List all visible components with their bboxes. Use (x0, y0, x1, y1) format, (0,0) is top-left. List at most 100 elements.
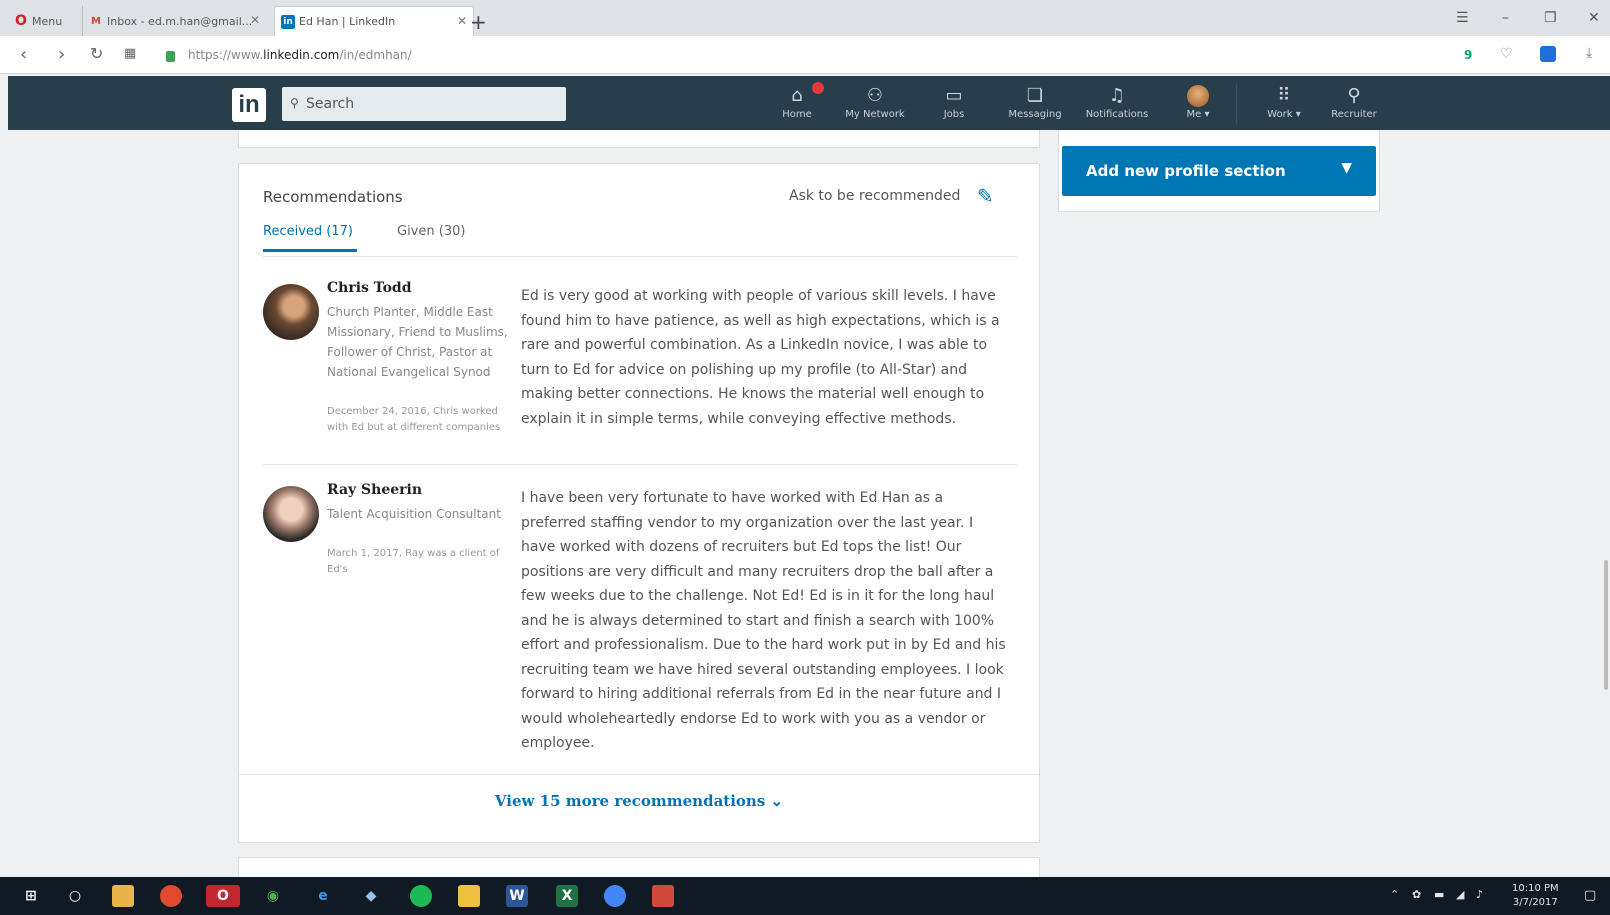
back-button[interactable]: ‹ (20, 44, 27, 65)
search-box[interactable]: ⚲ (282, 87, 566, 121)
close-tab-icon[interactable]: ✕ (250, 13, 260, 27)
sticky-notes-icon[interactable] (458, 885, 480, 907)
nav-label: Notifications (1085, 109, 1149, 120)
edit-pencil-icon[interactable]: ✎ (977, 184, 994, 208)
recruiter-icon: ⚲ (1347, 85, 1361, 106)
url-prefix: https://www. (188, 48, 264, 62)
excel-icon[interactable]: X (556, 885, 578, 907)
tab-title: Menu (32, 14, 63, 28)
tray-chevron-icon[interactable]: ⌃ (1390, 888, 1399, 901)
tab-menu-icon[interactable]: ☰ (1456, 10, 1469, 26)
chrome-icon[interactable] (604, 885, 626, 907)
tab-given[interactable]: Given (30) (397, 224, 465, 239)
nav-work[interactable]: ⠿ Work ▾ (1262, 84, 1306, 130)
app-icon[interactable] (652, 885, 674, 907)
linkedin-icon: in (281, 14, 295, 29)
url-domain: linkedin.com (263, 48, 340, 62)
tab-title: Ed Han | LinkedIn (299, 15, 396, 28)
tab-received[interactable]: Received (17) (263, 224, 357, 252)
search-input[interactable] (306, 92, 556, 116)
extension-badge[interactable]: 9 (1464, 48, 1472, 62)
search-icon: ⚲ (290, 96, 299, 110)
reload-button[interactable]: ↻ (90, 44, 103, 63)
download-icon[interactable]: ⤓ (1586, 45, 1592, 61)
section-title: Recommendations (263, 188, 403, 206)
linkedin-logo[interactable]: in (232, 88, 266, 122)
network-icon[interactable]: ▬ (1434, 888, 1444, 901)
opera-menu-tab[interactable]: O Menu (8, 6, 86, 36)
file-explorer-icon[interactable] (112, 885, 134, 907)
app-icon[interactable]: ◉ (262, 885, 284, 907)
clock-date: 3/7/2017 (1512, 897, 1558, 908)
clock-time: 10:10 PM (1512, 883, 1559, 894)
tab-gmail[interactable]: M Inbox - ed.m.han@gmail... ✕ (82, 6, 266, 36)
recommender-name[interactable]: Chris Todd (327, 280, 412, 296)
edge-icon[interactable]: e (312, 885, 334, 907)
bell-icon: ♫ (1108, 85, 1126, 106)
nav-label: Recruiter (1331, 109, 1377, 120)
action-center-icon[interactable]: ▢ (1584, 888, 1596, 903)
card-footer-divider (239, 774, 1039, 775)
nav-jobs[interactable]: ▭ Jobs (934, 84, 974, 130)
recommendation-text: Ed is very good at working with people o… (521, 288, 1000, 427)
nav-notifications[interactable]: ♫ Notifications (1082, 84, 1152, 130)
speed-dial-icon[interactable]: ▦ (124, 46, 136, 61)
nav-me[interactable]: Me ▾ (1180, 84, 1216, 130)
recommender-headline: Talent Acquisition Consultant (327, 507, 501, 521)
url-path: /in/edmhan/ (339, 48, 412, 62)
recommender-name[interactable]: Ray Sheerin (327, 482, 422, 498)
heart-icon[interactable]: ♡ (1500, 46, 1513, 62)
ask-recommendation-link[interactable]: Ask to be recommended (789, 188, 960, 204)
avatar (1187, 85, 1209, 107)
windows-start-icon[interactable]: ⊞ (20, 885, 42, 907)
notification-dot (812, 82, 824, 94)
nav-messaging[interactable]: ❏ Messaging (1006, 84, 1064, 130)
add-section-label: Add new profile section (1086, 162, 1286, 180)
opera-icon: O (15, 13, 27, 29)
url-field[interactable]: https://www.linkedin.com/in/edmhan/ (188, 48, 412, 62)
view-more-recommendations-link[interactable]: View 15 more recommendations ⌄ (239, 792, 1039, 810)
page-scrollbar[interactable] (1604, 560, 1608, 690)
wifi-icon[interactable]: ◢ (1456, 888, 1464, 901)
nav-recruiter[interactable]: ⚲ Recruiter (1326, 84, 1382, 130)
previous-section-card (238, 130, 1040, 148)
nav-home[interactable]: ⌂ Home (774, 82, 824, 130)
recommendation-text: I have been very fortunate to have worke… (521, 490, 1006, 751)
windows-taskbar (0, 877, 1610, 915)
chrome-icon[interactable] (160, 885, 182, 907)
word-icon[interactable]: W (506, 885, 528, 907)
cortana-search-icon[interactable]: ○ (64, 885, 86, 907)
network-icon: ⚇ (866, 85, 884, 106)
nav-my-network[interactable]: ⚇ My Network (840, 84, 910, 130)
opera-taskbar-icon[interactable]: O (206, 885, 240, 907)
recommender-headline: Church Planter, Middle East Missionary, … (327, 305, 508, 379)
home-icon: ⌂ (774, 82, 824, 108)
tray-app-icon[interactable]: ✿ (1412, 888, 1421, 901)
spotify-icon[interactable] (410, 885, 432, 907)
grid-icon: ⠿ (1277, 85, 1291, 106)
close-window-button[interactable]: ✕ (1588, 10, 1600, 26)
recommendation-meta: December 24, 2016, Chris worked with Ed … (327, 406, 501, 433)
restore-button[interactable]: ❐ (1544, 10, 1557, 26)
volume-icon[interactable]: ♪ (1476, 888, 1483, 901)
tab-divider (263, 256, 1017, 257)
next-section-card (238, 857, 1040, 877)
forward-button[interactable]: › (58, 44, 65, 65)
nav-label: Work ▾ (1267, 109, 1301, 120)
minimize-button[interactable]: – (1502, 10, 1509, 26)
avatar[interactable] (263, 284, 319, 340)
recommendation-divider (263, 464, 1017, 465)
avatar[interactable] (263, 486, 319, 542)
nav-label: My Network (845, 109, 905, 120)
extension-icon[interactable] (1540, 46, 1556, 62)
add-profile-section-button[interactable]: Add new profile section ▼ (1062, 146, 1376, 196)
new-tab-button[interactable]: + (470, 10, 487, 34)
app-icon[interactable]: ◆ (360, 885, 382, 907)
caret-down-icon: ▼ (1341, 160, 1352, 176)
nav-label: Messaging (1008, 109, 1062, 120)
tab-linkedin[interactable]: in Ed Han | LinkedIn ✕ (274, 6, 474, 36)
briefcase-icon: ▭ (945, 85, 963, 106)
close-tab-icon[interactable]: ✕ (457, 14, 467, 28)
nav-label: Me ▾ (1186, 109, 1210, 120)
taskbar-clock[interactable]: 10:10 PM 3/7/2017 (1512, 882, 1559, 910)
